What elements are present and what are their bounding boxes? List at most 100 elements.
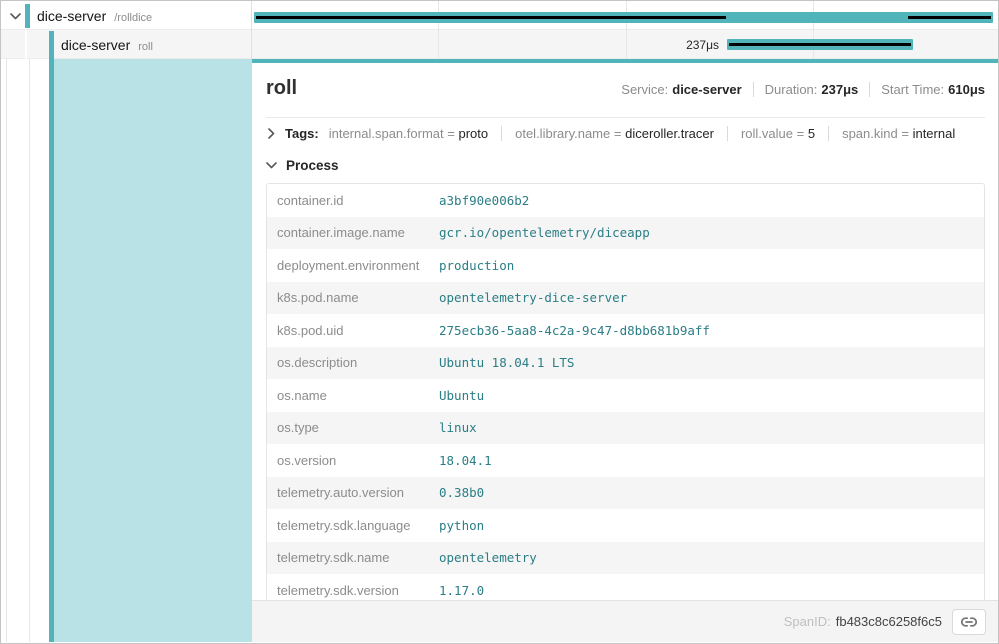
- tag-value: 5: [808, 126, 815, 141]
- table-row: deployment.environment production: [267, 249, 984, 282]
- selected-span-highlight-block[interactable]: [49, 59, 252, 642]
- tag-key: otel.library.name: [515, 126, 610, 141]
- tag-key: roll.value: [741, 126, 793, 141]
- root-span-bar[interactable]: [254, 12, 993, 23]
- chevron-down-icon: [10, 13, 21, 20]
- root-service-name: dice-server: [37, 8, 106, 24]
- chevron-down-icon: [266, 162, 277, 169]
- tag-equals: =: [447, 126, 455, 141]
- process-value: production: [435, 258, 514, 273]
- indent-guide: [29, 59, 30, 642]
- span-detail-panel: roll Service: dice-server Duration:237μs …: [252, 59, 999, 642]
- process-value: gcr.io/opentelemetry/diceapp: [435, 225, 650, 240]
- meta-value: dice-server: [672, 82, 741, 97]
- table-row: os.type linux: [267, 412, 984, 445]
- process-value: opentelemetry-dice-server: [435, 290, 627, 305]
- tag-item: internal.span.format = proto: [329, 126, 488, 141]
- process-value: 0.38b0: [435, 485, 484, 500]
- meta-label: Service:: [621, 82, 668, 97]
- meta-item: Start Time: 610μs: [869, 82, 985, 97]
- process-key: container.image.name: [267, 225, 435, 240]
- table-row: os.version 18.04.1: [267, 444, 984, 477]
- process-key: telemetry.auto.version: [267, 485, 435, 500]
- meta-item: Duration:237μs: [753, 82, 859, 97]
- tag-key: span.kind: [842, 126, 898, 141]
- tag-value: diceroller.tracer: [625, 126, 714, 141]
- root-span-name[interactable]: dice-server/rolldice: [37, 8, 152, 24]
- tags-summary: internal.span.format = proto otel.librar…: [329, 126, 956, 141]
- process-value: Ubuntu 18.04.1 LTS: [435, 355, 574, 370]
- child-span-name[interactable]: dice-server roll: [61, 37, 153, 53]
- trace-timeline-viewer: dice-server/rolldice dice-server roll 237…: [0, 0, 999, 644]
- child-service-name: dice-server: [61, 37, 130, 53]
- process-key: os.type: [267, 420, 435, 435]
- process-key: deployment.environment: [267, 258, 435, 273]
- span-detail-header: roll Service: dice-server Duration:237μs …: [252, 63, 999, 109]
- process-key: os.description: [267, 355, 435, 370]
- root-collapse-toggle[interactable]: [8, 9, 22, 23]
- meta-value: 237μs: [821, 82, 858, 97]
- table-row: container.id a3bf90e006b2: [267, 184, 984, 217]
- process-value: 275ecb36-5aa8-4c2a-9c47-d8bb681b9aff: [435, 323, 710, 338]
- timeline-gridline: [438, 1, 439, 59]
- process-key-values-table: container.id a3bf90e006b2 container.imag…: [266, 183, 985, 608]
- table-row: container.image.name gcr.io/opentelemetr…: [267, 217, 984, 250]
- process-key: telemetry.sdk.version: [267, 583, 435, 598]
- tag-value: proto: [458, 126, 488, 141]
- process-label: Process: [286, 158, 339, 173]
- tags-accordion-header[interactable]: Tags: internal.span.format = proto otel.…: [266, 118, 985, 149]
- root-operation-name: /rolldice: [114, 12, 152, 24]
- root-span-bar-self-segment: [908, 16, 991, 19]
- root-service-color-bar: [25, 4, 30, 28]
- process-value: linux: [435, 420, 477, 435]
- process-key: k8s.pod.name: [267, 290, 435, 305]
- process-key: telemetry.sdk.name: [267, 550, 435, 565]
- link-icon: [961, 616, 977, 628]
- process-key: os.name: [267, 388, 435, 403]
- chevron-right-icon: [268, 128, 275, 139]
- tag-equals: =: [901, 126, 909, 141]
- table-row: os.name Ubuntu: [267, 379, 984, 412]
- process-key: os.version: [267, 453, 435, 468]
- span-detail-footer: SpanID: fb483c8c6258f6c5: [252, 600, 999, 642]
- process-value: Ubuntu: [435, 388, 484, 403]
- process-key: container.id: [267, 193, 435, 208]
- tag-key: internal.span.format: [329, 126, 444, 141]
- child-span-bar-segment: [729, 43, 911, 46]
- meta-item: Service: dice-server: [621, 82, 741, 97]
- spanid-value: fb483c8c6258f6c5: [836, 614, 942, 629]
- table-row: k8s.pod.uid 275ecb36-5aa8-4c2a-9c47-d8bb…: [267, 314, 984, 347]
- table-row: telemetry.sdk.language python: [267, 509, 984, 542]
- selected-span-color-stripe: [49, 31, 54, 642]
- process-key: k8s.pod.uid: [267, 323, 435, 338]
- process-value: python: [435, 518, 484, 533]
- tag-equals: =: [614, 126, 622, 141]
- meta-value: 610μs: [948, 82, 985, 97]
- timeline-gridline: [813, 1, 814, 59]
- table-row: k8s.pod.name opentelemetry-dice-server: [267, 282, 984, 315]
- process-value: 18.04.1: [435, 453, 492, 468]
- span-detail-title: roll: [266, 76, 297, 100]
- indent-guide: [6, 59, 7, 642]
- tag-item: span.kind = internal: [828, 126, 955, 141]
- process-value: 1.17.0: [435, 583, 484, 598]
- child-operation-name: roll: [138, 41, 153, 53]
- meta-label: Duration:: [765, 82, 818, 97]
- tag-value: internal: [913, 126, 956, 141]
- meta-label: Start Time:: [881, 82, 944, 97]
- process-value: opentelemetry: [435, 550, 537, 565]
- tag-equals: =: [797, 126, 805, 141]
- table-row: os.description Ubuntu 18.04.1 LTS: [267, 347, 984, 380]
- column-resizer[interactable]: [251, 1, 252, 59]
- span-detail-meta: Service: dice-server Duration:237μs Start…: [621, 82, 985, 97]
- table-row: telemetry.auto.version 0.38b0: [267, 477, 984, 510]
- child-span-bar[interactable]: [727, 39, 913, 50]
- process-accordion-header[interactable]: Process: [266, 151, 985, 179]
- tag-item: roll.value = 5: [727, 126, 815, 141]
- process-value: a3bf90e006b2: [435, 193, 529, 208]
- deep-link-button[interactable]: [952, 609, 986, 635]
- tags-label: Tags:: [285, 126, 319, 141]
- tag-item: otel.library.name = diceroller.tracer: [501, 126, 714, 141]
- process-key: telemetry.sdk.language: [267, 518, 435, 533]
- indent-guide: [25, 30, 27, 59]
